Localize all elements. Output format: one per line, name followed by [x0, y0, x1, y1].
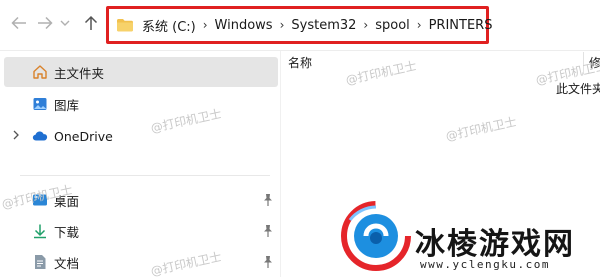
chevron-down-icon — [60, 20, 70, 26]
sidebar-item-label: 图库 — [54, 97, 80, 113]
breadcrumb-separator: › — [363, 18, 369, 32]
chevron-right-icon[interactable] — [12, 129, 24, 143]
sidebar-item-gallery[interactable]: 图库 — [4, 89, 278, 119]
download-icon — [32, 223, 48, 239]
breadcrumb-system32[interactable]: System32 — [291, 18, 356, 33]
logo-title: 冰棱游戏网 — [415, 227, 575, 262]
back-button[interactable] — [8, 10, 30, 36]
sidebar-divider — [20, 175, 270, 176]
sidebar-item-documents[interactable]: 文档 — [4, 247, 278, 277]
sidebar-item-label: 下载 — [54, 224, 80, 240]
pane-splitter[interactable] — [280, 51, 281, 277]
breadcrumb-drive[interactable]: 系统 (C:) — [142, 16, 196, 35]
back-arrow-icon — [11, 16, 26, 30]
site-logo: 冰棱游戏网 www.yclengku.com — [340, 186, 600, 277]
sidebar-item-label: 主文件夹 — [54, 65, 105, 81]
column-header-name[interactable]: 名称 — [288, 54, 312, 71]
breadcrumb-spool[interactable]: spool — [375, 18, 410, 33]
watermark: @打印机卫士 — [344, 58, 418, 88]
sidebar-item-downloads[interactable]: 下载 — [4, 216, 278, 246]
onedrive-icon — [32, 128, 48, 144]
logo-emblem-icon — [341, 201, 411, 271]
breadcrumb-printers[interactable]: PRINTERS — [429, 18, 493, 33]
home-icon — [32, 64, 48, 80]
up-arrow-icon — [84, 15, 98, 30]
watermark: @打印机卫士 — [444, 114, 518, 144]
navigation-pane: 主文件夹 图库 OneDrive 桌面 下载 文档 — [0, 51, 282, 277]
sidebar-item-label: 文档 — [54, 255, 80, 271]
address-toolbar: 系统 (C:) › Windows › System32 › spool › P… — [0, 0, 600, 50]
up-button[interactable] — [80, 10, 102, 36]
breadcrumb-separator: › — [279, 18, 285, 32]
breadcrumb[interactable]: 系统 (C:) › Windows › System32 › spool › P… — [116, 13, 492, 37]
folder-icon — [117, 19, 133, 32]
logo-url: www.yclengku.com — [420, 258, 550, 271]
sidebar-item-onedrive[interactable]: OneDrive — [4, 121, 278, 151]
sidebar-item-label: OneDrive — [54, 128, 113, 144]
breadcrumb-separator: › — [202, 18, 208, 32]
documents-icon — [32, 254, 48, 270]
recent-locations-button[interactable] — [58, 10, 72, 36]
sidebar-item-home[interactable]: 主文件夹 — [4, 57, 278, 87]
breadcrumb-windows[interactable]: Windows — [215, 18, 273, 33]
forward-arrow-icon — [38, 16, 53, 30]
breadcrumb-separator: › — [416, 18, 422, 32]
pin-icon[interactable] — [262, 224, 274, 238]
gallery-icon — [32, 96, 48, 112]
pin-icon[interactable] — [262, 255, 274, 269]
pin-icon[interactable] — [262, 193, 274, 207]
forward-button[interactable] — [34, 10, 56, 36]
